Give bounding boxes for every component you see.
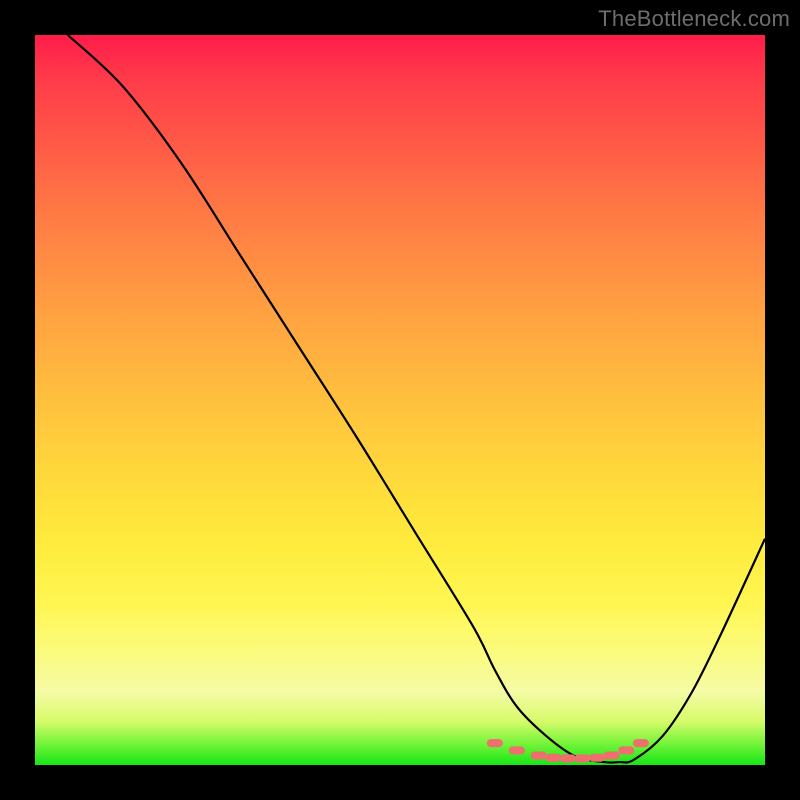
curve-marker	[633, 739, 649, 747]
curve-marker	[487, 739, 503, 747]
curve-layer	[35, 35, 765, 765]
curve-marker	[589, 754, 605, 762]
bottleneck-curve	[68, 35, 765, 763]
curve-marker	[531, 752, 547, 760]
marker-group	[487, 739, 649, 762]
curve-marker	[618, 746, 634, 754]
curve-marker	[509, 746, 525, 754]
curve-marker	[604, 752, 620, 760]
curve-marker	[545, 754, 561, 762]
chart-container: TheBottleneck.com	[0, 0, 800, 800]
plot-area	[35, 35, 765, 765]
curve-marker	[575, 754, 591, 762]
watermark-text: TheBottleneck.com	[598, 6, 790, 32]
curve-marker	[560, 754, 576, 762]
